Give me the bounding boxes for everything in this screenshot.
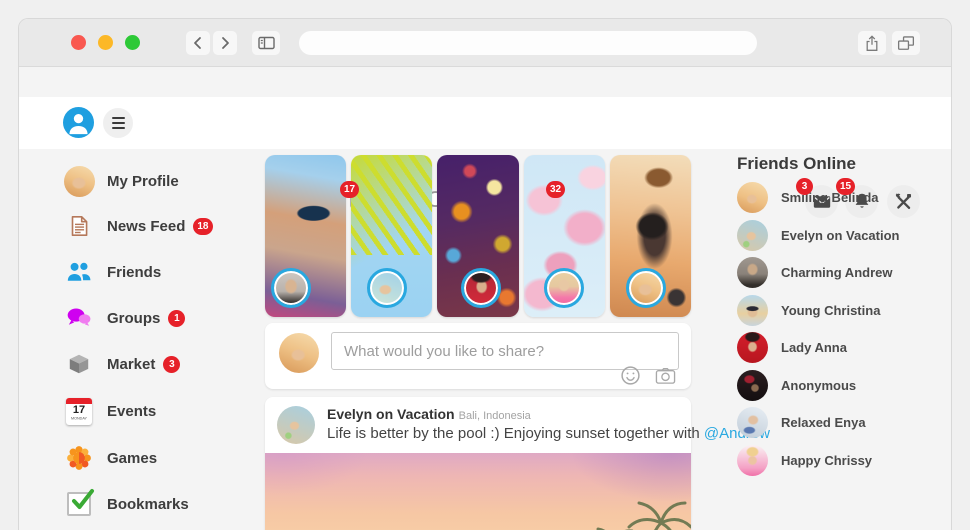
friend-row[interactable]: Evelyn on Vacation xyxy=(737,220,947,251)
story-avatar[interactable] xyxy=(544,268,584,308)
friends-icon xyxy=(61,259,97,285)
friend-row[interactable]: Happy Chrissy xyxy=(737,445,947,476)
calendar-day: 17 xyxy=(66,404,92,416)
minimize-window-button[interactable] xyxy=(98,35,113,50)
friend-avatar xyxy=(737,257,768,288)
friend-name: Anonymous xyxy=(781,378,856,393)
story-card[interactable] xyxy=(610,155,691,317)
sidebar-item-my-profile[interactable]: My Profile xyxy=(61,159,271,203)
post-author-avatar[interactable] xyxy=(277,406,315,444)
story-card[interactable] xyxy=(265,155,346,317)
post-composer xyxy=(265,323,691,389)
story-avatar[interactable] xyxy=(271,268,311,308)
sidebar-label: Games xyxy=(107,450,157,467)
palm-trees xyxy=(541,483,691,530)
friend-avatar xyxy=(737,220,768,251)
story-card[interactable] xyxy=(351,155,432,317)
events-calendar-icon: 17 MONDAY xyxy=(61,398,97,425)
games-icon xyxy=(61,444,97,472)
app-header: 17 32 xyxy=(19,97,951,149)
video-badge: 17 xyxy=(340,181,359,198)
news-feed-icon xyxy=(61,213,97,239)
messages-badge: 3 xyxy=(796,178,813,195)
tabs-icon xyxy=(897,35,915,52)
sidebar-label: Friends xyxy=(107,264,161,281)
sidebar-item-games[interactable]: Games xyxy=(61,436,271,480)
back-button[interactable] xyxy=(186,31,210,55)
sidebar-label: Groups xyxy=(107,310,160,327)
friend-name: Happy Chrissy xyxy=(781,453,872,468)
friend-row[interactable]: Young Christina xyxy=(737,295,947,326)
stories-row xyxy=(265,155,691,317)
calendar-weekday: MONDAY xyxy=(71,417,87,421)
sidebar-label: Bookmarks xyxy=(107,496,189,513)
likes-badge: 32 xyxy=(546,181,565,198)
sidebar-item-friends[interactable]: Friends xyxy=(61,250,271,294)
friend-name: Relaxed Enya xyxy=(781,415,866,430)
friend-name: Lady Anna xyxy=(781,340,847,355)
sidebar-label: My Profile xyxy=(107,173,179,190)
sidebar-item-bookmarks[interactable]: Bookmarks xyxy=(61,482,271,526)
menu-button[interactable] xyxy=(103,108,133,138)
post-author-name[interactable]: Evelyn on VacationBali, Indonesia xyxy=(327,406,531,422)
news-feed-badge: 18 xyxy=(193,218,212,235)
post-image[interactable] xyxy=(265,453,691,530)
sidebar-item-news-feed[interactable]: News Feed 18 xyxy=(61,204,271,248)
bookmarks-checkbox-icon xyxy=(61,492,97,516)
market-icon xyxy=(61,351,97,377)
emoji-icon[interactable] xyxy=(620,365,641,386)
sidebar-label: News Feed xyxy=(107,218,185,235)
friend-avatar xyxy=(737,182,768,213)
market-badge: 3 xyxy=(163,356,180,373)
browser-window: 17 32 xyxy=(18,18,952,530)
friend-avatar xyxy=(737,407,768,438)
friend-avatar xyxy=(737,295,768,326)
story-card[interactable] xyxy=(437,155,518,317)
sidebar-item-events[interactable]: 17 MONDAY Events xyxy=(61,389,271,433)
zoom-window-button[interactable] xyxy=(125,35,140,50)
groups-badge: 1 xyxy=(168,310,185,327)
composer-avatar xyxy=(279,333,319,373)
share-button[interactable] xyxy=(858,31,886,55)
profile-photo-icon xyxy=(61,166,97,197)
friend-row[interactable]: Lady Anna xyxy=(737,332,947,363)
friend-avatar xyxy=(737,370,768,401)
friend-name: Young Christina xyxy=(781,303,880,318)
address-bar[interactable] xyxy=(299,31,757,55)
friend-avatar xyxy=(737,332,768,363)
profile-avatar-button[interactable] xyxy=(63,107,94,138)
feed-post: Evelyn on VacationBali, Indonesia Life i… xyxy=(265,397,691,530)
chevron-right-icon xyxy=(219,36,231,50)
friend-row[interactable]: Charming Andrew xyxy=(737,257,947,288)
friend-name: Charming Andrew xyxy=(781,265,892,280)
notifications-badge: 15 xyxy=(836,178,855,195)
story-avatar[interactable] xyxy=(626,268,666,308)
story-avatar[interactable] xyxy=(367,268,407,308)
sidebar-item-market[interactable]: Market 3 xyxy=(61,342,271,386)
camera-icon[interactable] xyxy=(654,365,677,386)
tabs-button[interactable] xyxy=(892,31,920,55)
chevron-left-icon xyxy=(192,36,204,50)
browser-chrome xyxy=(19,19,951,67)
share-icon xyxy=(864,35,880,52)
user-icon xyxy=(63,107,94,138)
friends-online-title: Friends Online xyxy=(737,154,856,174)
friend-row[interactable]: Anonymous xyxy=(737,370,947,401)
sidebar-label: Market xyxy=(107,356,155,373)
post-location: Bali, Indonesia xyxy=(459,410,531,422)
friend-name: Evelyn on Vacation xyxy=(781,228,900,243)
story-avatar[interactable] xyxy=(461,268,501,308)
sidebar-item-groups[interactable]: Groups 1 xyxy=(61,296,271,340)
story-card[interactable] xyxy=(524,155,605,317)
close-window-button[interactable] xyxy=(71,35,86,50)
sidebar-toggle-button[interactable] xyxy=(252,31,280,55)
sidebar-panel-icon xyxy=(258,36,275,50)
friend-row[interactable]: Relaxed Enya xyxy=(737,407,947,438)
groups-icon xyxy=(61,305,97,331)
friend-name: Smiling Belinda xyxy=(781,190,879,205)
friend-avatar xyxy=(737,445,768,476)
sidebar-label: Events xyxy=(107,403,156,420)
forward-button[interactable] xyxy=(213,31,237,55)
post-text: Life is better by the pool :) Enjoying s… xyxy=(327,425,770,442)
